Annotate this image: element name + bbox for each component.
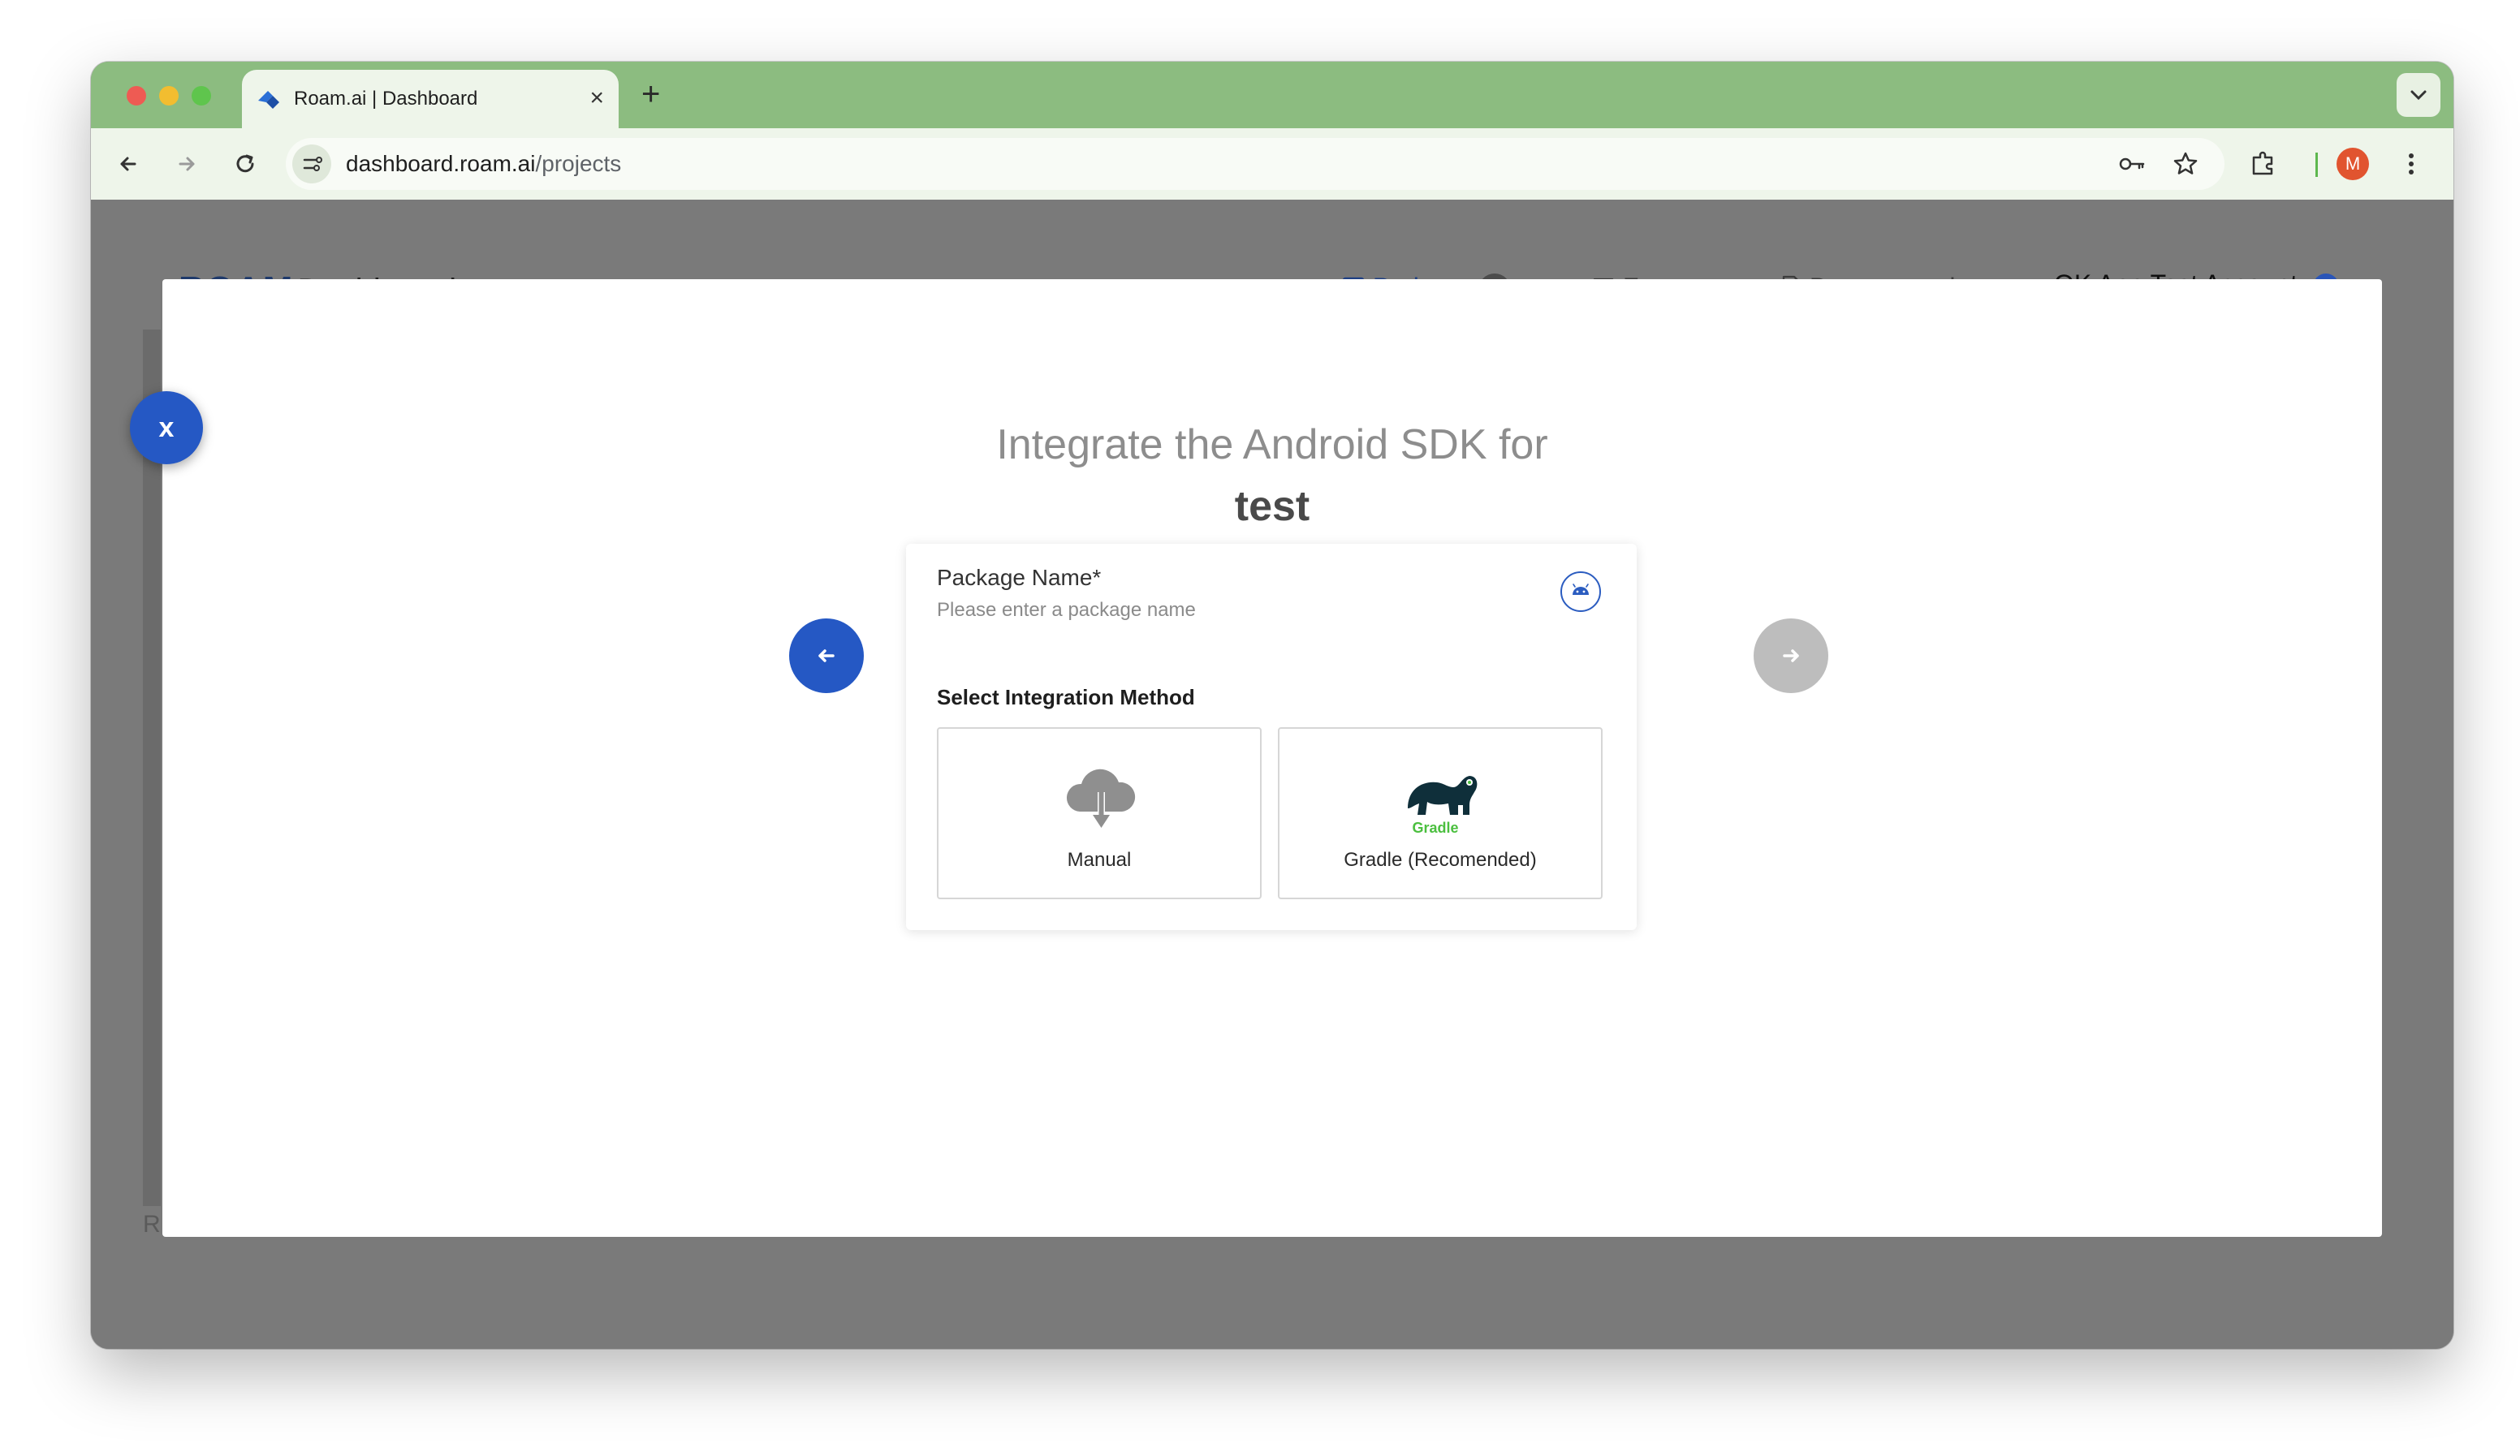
project-name: test xyxy=(1234,483,1310,530)
profile-avatar[interactable]: M xyxy=(2337,148,2369,180)
tab-strip: Roam.ai | Dashboard × + xyxy=(91,62,2453,128)
integration-method-heading: Select Integration Method xyxy=(937,685,1195,709)
gradle-option[interactable]: Gradle Gradle (Recomended) xyxy=(1278,727,1603,899)
url-path: /projects xyxy=(535,151,622,176)
forward-arrow-icon[interactable] xyxy=(169,146,205,182)
reload-icon[interactable] xyxy=(227,146,263,182)
maximize-window-button[interactable] xyxy=(192,86,211,106)
tab-close-icon[interactable]: × xyxy=(589,84,604,112)
browser-toolbar: dashboard.roam.ai/projects M xyxy=(91,128,2453,200)
url-text: dashboard.roam.ai/projects xyxy=(346,151,621,177)
bookmark-star-icon[interactable] xyxy=(2171,149,2200,179)
arrow-left-icon xyxy=(818,649,835,662)
package-name-label: Package Name* xyxy=(937,565,1102,590)
gradle-wordmark: Gradle xyxy=(1412,820,1458,836)
next-step-button[interactable] xyxy=(1754,618,1828,693)
back-arrow-icon[interactable] xyxy=(110,146,146,182)
more-menu-icon[interactable] xyxy=(2393,146,2429,182)
browser-tab[interactable]: Roam.ai | Dashboard × xyxy=(242,70,619,128)
password-key-icon[interactable] xyxy=(2117,149,2147,179)
integration-modal: Integrate the Android SDK for test Packa… xyxy=(162,279,2382,1237)
gradle-option-label: Gradle (Recomended) xyxy=(1344,849,1537,871)
close-modal-button[interactable]: x xyxy=(130,391,203,464)
previous-step-button[interactable] xyxy=(789,618,864,693)
address-bar[interactable]: dashboard.roam.ai/projects xyxy=(286,138,2224,190)
tab-search-button[interactable] xyxy=(2397,73,2440,117)
tune-icon xyxy=(303,157,322,171)
manual-option[interactable]: Manual xyxy=(937,727,1262,899)
tab-title: Roam.ai | Dashboard xyxy=(294,88,478,110)
new-tab-button[interactable]: + xyxy=(641,76,660,112)
package-name-input[interactable] xyxy=(937,599,1505,622)
extensions-puzzle-icon[interactable] xyxy=(2246,146,2281,182)
chevron-down-icon xyxy=(2410,90,2427,101)
toolbar-divider xyxy=(2315,153,2318,177)
footer-text: R xyxy=(143,1211,161,1238)
cloud-download-icon xyxy=(1066,769,1136,828)
url-domain: dashboard.roam.ai xyxy=(346,151,536,176)
integration-card: Package Name* Select Integration Method … xyxy=(906,544,1637,930)
android-icon xyxy=(1573,584,1589,595)
android-platform-button[interactable] xyxy=(1560,571,1601,612)
manual-option-label: Manual xyxy=(1067,849,1132,871)
roam-favicon-icon xyxy=(258,91,279,109)
browser-window: Roam.ai | Dashboard × + dashboard.roam.a… xyxy=(91,62,2453,1349)
gradle-elephant-icon: Gradle xyxy=(1408,776,1478,836)
close-window-button[interactable] xyxy=(127,86,146,106)
minimize-window-button[interactable] xyxy=(159,86,179,106)
modal-title: Integrate the Android SDK for xyxy=(996,421,1548,468)
site-info-button[interactable] xyxy=(292,144,331,183)
arrow-right-icon xyxy=(1783,649,1799,662)
